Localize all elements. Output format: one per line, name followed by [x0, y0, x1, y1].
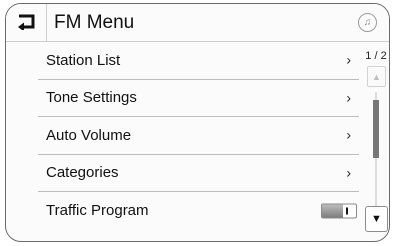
scroll-thumb[interactable]	[373, 100, 379, 158]
music-note-icon: ♫	[363, 17, 372, 28]
back-arrow-icon	[18, 14, 35, 30]
traffic-program-toggle[interactable]	[321, 203, 357, 219]
menu-item-station-list[interactable]: Station List ›	[38, 42, 359, 80]
menu-item-label: Station List	[46, 51, 121, 69]
menu-item-traffic-program[interactable]: Traffic Program	[38, 192, 359, 230]
menu-item-label: Tone Settings	[46, 89, 137, 107]
chevron-right-icon: ›	[346, 164, 351, 181]
page-title: FM Menu	[54, 12, 135, 33]
chevron-right-icon: ›	[346, 126, 351, 143]
media-button[interactable]: ♫	[358, 13, 377, 32]
chevron-right-icon: ›	[346, 51, 351, 68]
menu-item-auto-volume[interactable]: Auto Volume ›	[38, 117, 359, 155]
menu-list: Station List › Tone Settings › Auto Volu…	[38, 42, 359, 230]
scrollbar: 1 / 2 ▲ ▼	[363, 42, 389, 241]
menu-item-categories[interactable]: Categories ›	[38, 155, 359, 192]
menu-item-label: Auto Volume	[46, 126, 132, 144]
back-button[interactable]	[14, 11, 40, 33]
menu-item-label: Traffic Program	[46, 202, 149, 220]
arrow-up-icon: ▲	[372, 71, 381, 82]
page-indicator: 1 / 2	[365, 50, 387, 62]
menu-item-label: Categories	[46, 164, 119, 182]
arrow-down-icon: ▼	[371, 213, 382, 225]
scroll-down-button[interactable]: ▼	[365, 206, 388, 232]
chevron-right-icon: ›	[346, 89, 351, 106]
menu-item-tone-settings[interactable]: Tone Settings ›	[38, 80, 359, 117]
toggle-fill	[322, 204, 343, 218]
scroll-up-button[interactable]: ▲	[367, 66, 386, 87]
fm-menu-screen: FM Menu ♫ Station List › Tone Settings ›…	[5, 3, 390, 242]
header-divider	[46, 4, 47, 41]
toggle-on-marker	[346, 207, 348, 215]
header-bar: FM Menu ♫	[6, 4, 389, 42]
